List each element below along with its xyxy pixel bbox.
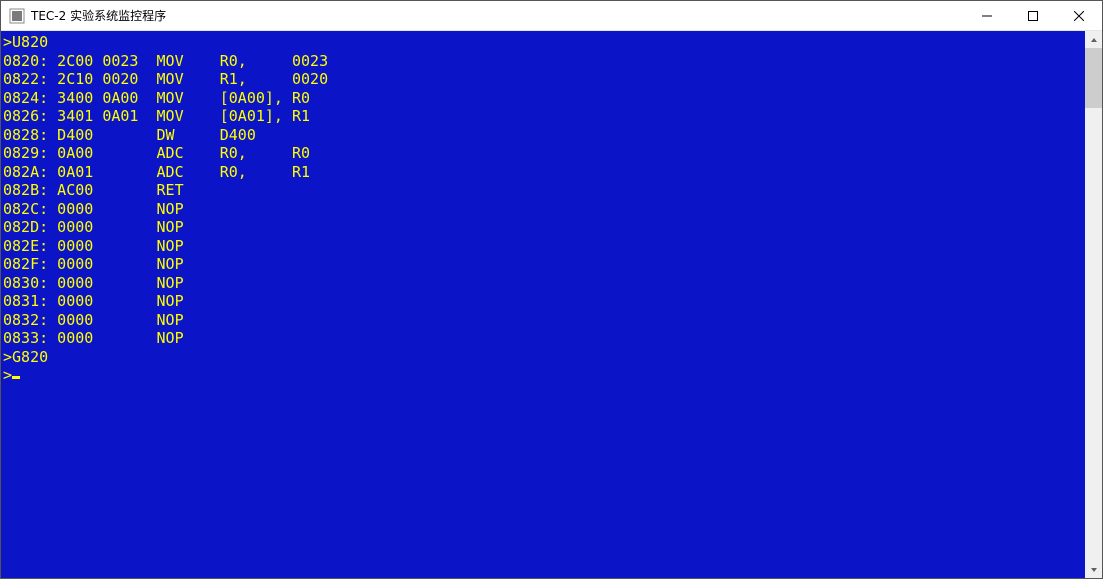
vertical-scrollbar[interactable] bbox=[1085, 31, 1102, 578]
terminal-line: 0828: D400 DW D400 bbox=[3, 126, 1085, 145]
terminal-line: 0831: 0000 NOP bbox=[3, 292, 1085, 311]
terminal-line: >U820 bbox=[3, 33, 1085, 52]
minimize-button[interactable] bbox=[964, 1, 1010, 30]
terminal-line: 082B: AC00 RET bbox=[3, 181, 1085, 200]
terminal-line: 0832: 0000 NOP bbox=[3, 311, 1085, 330]
cursor bbox=[12, 376, 20, 379]
scroll-up-button[interactable] bbox=[1085, 31, 1102, 48]
terminal-line: 0829: 0A00 ADC R0, R0 bbox=[3, 144, 1085, 163]
terminal-line: 082D: 0000 NOP bbox=[3, 218, 1085, 237]
window-title: TEC-2 实验系统监控程序 bbox=[31, 7, 964, 24]
scroll-thumb[interactable] bbox=[1085, 48, 1102, 108]
terminal-line: 0833: 0000 NOP bbox=[3, 329, 1085, 348]
terminal-line: 082C: 0000 NOP bbox=[3, 200, 1085, 219]
terminal-line: 082F: 0000 NOP bbox=[3, 255, 1085, 274]
terminal-output[interactable]: >U8200820: 2C00 0023 MOV R0, 00230822: 2… bbox=[1, 31, 1085, 578]
window-controls bbox=[964, 1, 1102, 30]
titlebar[interactable]: TEC-2 实验系统监控程序 bbox=[1, 1, 1102, 31]
terminal-line: 0820: 2C00 0023 MOV R0, 0023 bbox=[3, 52, 1085, 71]
scroll-down-button[interactable] bbox=[1085, 561, 1102, 578]
terminal-line: 0830: 0000 NOP bbox=[3, 274, 1085, 293]
terminal-line: 0822: 2C10 0020 MOV R1, 0020 bbox=[3, 70, 1085, 89]
maximize-button[interactable] bbox=[1010, 1, 1056, 30]
app-icon bbox=[9, 8, 25, 24]
terminal-line: 0826: 3401 0A01 MOV [0A01], R1 bbox=[3, 107, 1085, 126]
terminal-line: >G820 bbox=[3, 348, 1085, 367]
terminal-line: 0824: 3400 0A00 MOV [0A00], R0 bbox=[3, 89, 1085, 108]
app-window: TEC-2 实验系统监控程序 >U8200820: 2C00 0023 MOV … bbox=[0, 0, 1103, 579]
terminal-line: 082A: 0A01 ADC R0, R1 bbox=[3, 163, 1085, 182]
close-button[interactable] bbox=[1056, 1, 1102, 30]
terminal-line: > bbox=[3, 366, 1085, 385]
client-area: >U8200820: 2C00 0023 MOV R0, 00230822: 2… bbox=[1, 31, 1102, 578]
terminal-line: 082E: 0000 NOP bbox=[3, 237, 1085, 256]
